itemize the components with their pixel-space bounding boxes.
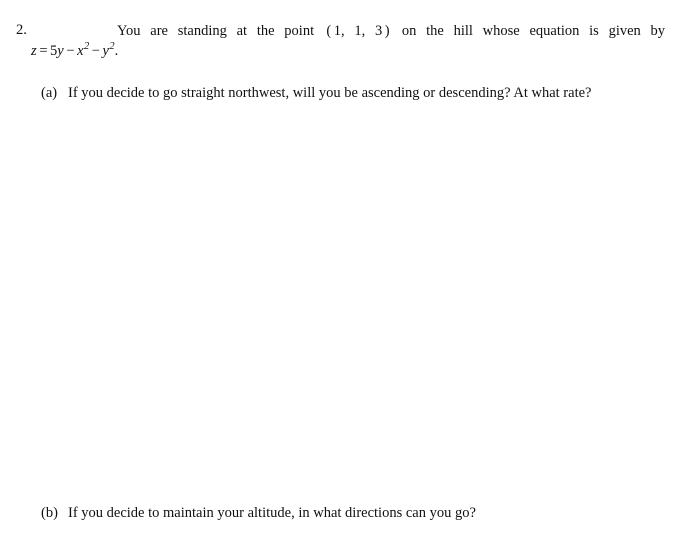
part-b-label: (b)	[41, 505, 58, 521]
part-a-text: If you decide to go straight northwest, …	[68, 85, 592, 101]
point-y: 1	[354, 23, 362, 39]
equation-lhs: z	[31, 43, 37, 59]
hill-equation: z = 5y − x2− y2.	[31, 41, 118, 61]
equation-relation: =	[39, 43, 48, 59]
problem-part-a: (a) If you decide to go straight northwe…	[41, 83, 665, 103]
point-separator-1: ,	[340, 23, 345, 39]
part-a-label: (a)	[41, 85, 58, 101]
term2-variable: x	[77, 43, 84, 59]
problem-stem: You are standing at the point (1, 1, 3) …	[31, 21, 665, 41]
paren-close: )	[384, 23, 390, 39]
paren-open: (	[326, 23, 332, 39]
equation-operator-1: −	[66, 43, 75, 59]
equation-terminator: .	[114, 43, 119, 59]
answer-work-area	[41, 130, 665, 495]
problem-number: 2.	[16, 22, 27, 38]
stem-text-after-math: on the hill whose equation is given by	[401, 23, 666, 39]
stem-text-before-math: You are standing at the point	[117, 23, 315, 39]
point-x: 1	[333, 23, 341, 39]
point-coordinates-math: (1, 1, 3)	[324, 23, 392, 39]
point-separator-2: ,	[361, 23, 366, 39]
problem-part-b: (b) If you decide to maintain your altit…	[41, 503, 665, 523]
document-page: 2. You are standing at the point (1, 1, …	[0, 0, 686, 551]
part-b-text: If you decide to maintain your altitude,…	[68, 505, 476, 521]
term1-variable: y	[57, 43, 64, 59]
equation-operator-2: −	[91, 43, 100, 59]
problem-stem-line: You are standing at the point (1, 1, 3) …	[31, 21, 665, 41]
